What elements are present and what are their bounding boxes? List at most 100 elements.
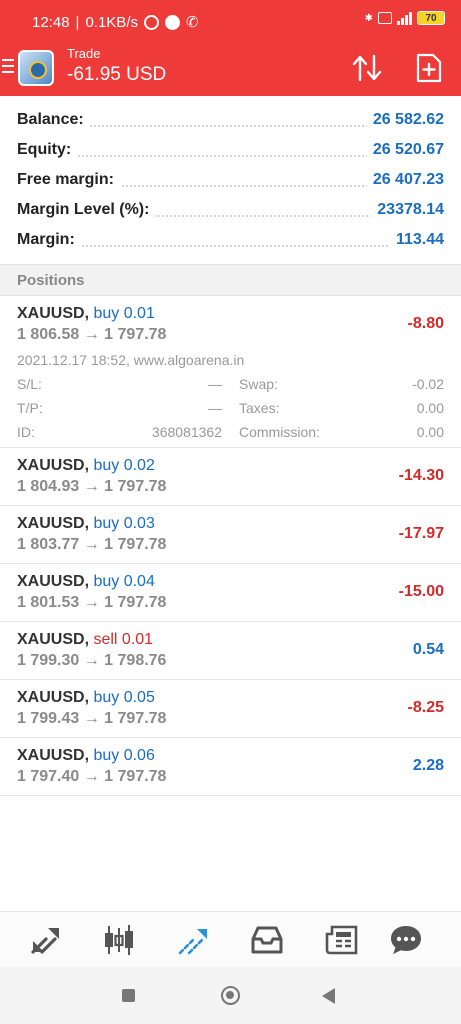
- commission-value: 0.00: [416, 424, 444, 440]
- commission-label: Commission:: [239, 424, 320, 440]
- balance-label: Balance:: [17, 111, 90, 129]
- position-volume: buy 0.06: [93, 747, 155, 764]
- position-volume: sell 0.01: [93, 631, 154, 648]
- position-profit: -8.25: [407, 699, 444, 716]
- position-profit: -8.80: [407, 315, 444, 332]
- position-row[interactable]: XAUUSD, buy 0.05 1 799.43 → 1 797.78 -8.…: [0, 680, 461, 738]
- sl-label: S/L:: [17, 376, 42, 392]
- position-volume: buy 0.01: [93, 305, 155, 322]
- taxes-value: 0.00: [416, 400, 444, 416]
- header-title: Trade: [67, 46, 101, 61]
- position-prices: 1 806.58 → 1 797.78: [17, 326, 167, 343]
- status-separator: |: [75, 13, 80, 31]
- position-prices: 1 797.40 → 1 797.78: [17, 768, 167, 785]
- symbol-text: XAUUSD,: [17, 689, 90, 706]
- summary-row-free-margin: Free margin: 26 407.23: [0, 166, 461, 196]
- position-row[interactable]: XAUUSD, buy 0.01 1 806.58 → 1 797.78 -8.…: [0, 296, 461, 448]
- sort-icon[interactable]: [352, 54, 382, 82]
- symbol-text: XAUUSD,: [17, 747, 90, 764]
- id-label: ID:: [17, 424, 35, 440]
- bluetooth-icon: ✱: [364, 12, 373, 24]
- trade-icon[interactable]: [176, 922, 212, 958]
- dotted-leader: [17, 245, 444, 247]
- position-symbol: XAUUSD, buy 0.06: [17, 747, 155, 765]
- margin-value: 113.44: [389, 231, 444, 249]
- position-symbol: XAUUSD, buy 0.04: [17, 573, 155, 591]
- equity-value: 26 520.67: [366, 141, 444, 159]
- sl-value: —: [208, 376, 222, 392]
- chart-candles-icon[interactable]: [101, 922, 137, 958]
- free-margin-label: Free margin:: [17, 171, 120, 189]
- equity-label: Equity:: [17, 141, 78, 159]
- alarm-icon: [143, 14, 159, 30]
- position-symbol: XAUUSD, buy 0.01: [17, 305, 155, 323]
- taxes-label: Taxes:: [239, 400, 280, 416]
- summary-row-balance: Balance: 26 582.62: [0, 106, 461, 136]
- position-row[interactable]: XAUUSD, buy 0.03 1 803.77 → 1 797.78 -17…: [0, 506, 461, 564]
- new-order-icon[interactable]: [416, 53, 442, 83]
- signal-icon: [397, 11, 412, 25]
- position-row[interactable]: XAUUSD, buy 0.02 1 804.93 → 1 797.78 -14…: [0, 448, 461, 506]
- position-open-time: 2021.12.17 18:52, www.algoarena.in: [17, 352, 245, 368]
- symbol-text: XAUUSD,: [17, 305, 90, 322]
- margin-level-value: 23378.14: [371, 201, 444, 219]
- position-volume: buy 0.02: [93, 457, 155, 474]
- position-prices: 1 803.77 → 1 797.78: [17, 536, 167, 553]
- metatrader-logo-icon[interactable]: [18, 50, 54, 86]
- position-profit: 0.54: [412, 641, 444, 658]
- vibrate-icon: [378, 12, 392, 24]
- positions-title: Positions: [17, 272, 85, 289]
- news-icon[interactable]: [324, 922, 360, 958]
- back-button[interactable]: [322, 988, 335, 1004]
- swap-value: -0.02: [412, 376, 444, 392]
- summary-row-equity: Equity: 26 520.67: [0, 136, 461, 166]
- swap-label: Swap:: [239, 376, 278, 392]
- home-button[interactable]: [221, 986, 240, 1005]
- symbol-text: XAUUSD,: [17, 515, 90, 532]
- margin-label: Margin:: [17, 231, 81, 249]
- summary-row-margin-level: Margin Level (%): 23378.14: [0, 196, 461, 226]
- tp-value: —: [208, 400, 222, 416]
- tp-label: T/P:: [17, 400, 43, 416]
- position-row[interactable]: XAUUSD, buy 0.04 1 801.53 → 1 797.78 -15…: [0, 564, 461, 622]
- position-symbol: XAUUSD, buy 0.05: [17, 689, 155, 707]
- app-header: Trade -61.95 USD: [0, 40, 461, 96]
- balance-value: 26 582.62: [366, 111, 444, 129]
- position-row[interactable]: XAUUSD, sell 0.01 1 799.30 → 1 798.76 0.…: [0, 622, 461, 680]
- position-prices: 1 799.30 → 1 798.76: [17, 652, 167, 669]
- position-profit: 2.28: [412, 757, 444, 774]
- app-header-background: 12:48 | 0.1KB/s ✆ ✱ 70 Trade -61.95 USD: [0, 0, 461, 96]
- call-icon: ✆: [185, 14, 199, 31]
- messages-icon[interactable]: [388, 922, 424, 958]
- position-symbol: XAUUSD, buy 0.03: [17, 515, 155, 533]
- position-prices: 1 801.53 → 1 797.78: [17, 594, 167, 611]
- recents-button[interactable]: [122, 989, 135, 1002]
- menu-icon[interactable]: [2, 59, 14, 73]
- position-volume: buy 0.03: [93, 515, 155, 532]
- position-volume: buy 0.05: [93, 689, 155, 706]
- margin-level-label: Margin Level (%):: [17, 201, 156, 219]
- status-left: 12:48 | 0.1KB/s ✆: [32, 13, 199, 32]
- position-symbol: XAUUSD, buy 0.02: [17, 457, 155, 475]
- id-value: 368081362: [151, 424, 222, 440]
- position-profit: -17.97: [398, 525, 444, 542]
- free-margin-value: 26 407.23: [366, 171, 444, 189]
- battery-icon: 70: [417, 11, 445, 25]
- position-profit: -15.00: [398, 583, 444, 600]
- position-profit: -14.30: [398, 467, 444, 484]
- position-symbol: XAUUSD, sell 0.01: [17, 631, 153, 649]
- symbol-text: XAUUSD,: [17, 631, 90, 648]
- quotes-icon[interactable]: [28, 922, 64, 958]
- bottom-navigation: [0, 911, 461, 967]
- system-navigation-bar: [0, 967, 461, 1024]
- position-row[interactable]: XAUUSD, buy 0.06 1 797.40 → 1 797.78 2.2…: [0, 738, 461, 796]
- account-summary: Balance: 26 582.62 Equity: 26 520.67 Fre…: [0, 106, 461, 256]
- history-inbox-icon[interactable]: [249, 922, 285, 958]
- position-prices: 1 799.43 → 1 797.78: [17, 710, 167, 727]
- status-bar: 12:48 | 0.1KB/s ✆ ✱ 70: [0, 0, 461, 40]
- header-total-profit: -61.95 USD: [67, 64, 167, 85]
- whatsapp-icon: [164, 14, 180, 30]
- status-time: 12:48: [32, 13, 70, 31]
- position-prices: 1 804.93 → 1 797.78: [17, 478, 167, 495]
- position-volume: buy 0.04: [93, 573, 155, 590]
